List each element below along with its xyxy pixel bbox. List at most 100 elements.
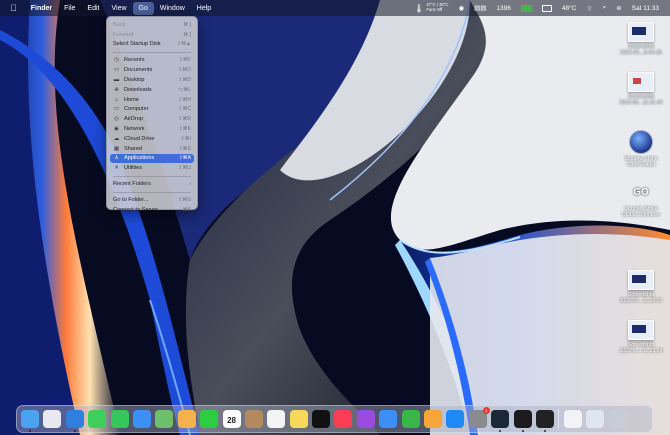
dock-reminders-icon[interactable] <box>267 410 286 428</box>
dock-launchpad-icon[interactable] <box>43 410 62 428</box>
fan-control-status[interactable]: 🌡 47°C | 48°C Fans Off <box>409 0 453 16</box>
menu-item-shortcut: ⌥⌘L <box>177 86 191 93</box>
desktop-icon-sublabel: Global Offensive <box>621 212 661 218</box>
clock[interactable]: Sat 11:33 <box>627 0 664 16</box>
dock-system-preferences-icon[interactable]: 1 <box>468 407 490 428</box>
go-menu-item-desktop[interactable]: ▬ Desktop ⇧⌘D <box>110 75 194 85</box>
dock-finder-icon[interactable] <box>21 410 39 432</box>
control-center-icon[interactable]: ⊜ <box>611 0 626 16</box>
running-indicator <box>543 430 546 432</box>
shared-icon: ▦ <box>113 145 120 152</box>
desktop-icon-sublabel: 2022-05...11.31.40 <box>619 100 663 106</box>
go-menu-item-home[interactable]: ⌂ Home ⇧⌘H <box>110 95 194 105</box>
menu-item-label: Connect to Server... <box>113 207 163 213</box>
app-icon: GO <box>633 187 649 198</box>
desktop-icon-shadow-of-the-tomb-raider[interactable]: Shadow of the Tomb Raider <box>611 130 670 168</box>
network-icon: ◉ <box>114 126 119 133</box>
desktop-icon-sublabel: 2022-05...11.32.51 <box>619 298 663 304</box>
dock-mail-icon[interactable] <box>132 410 151 428</box>
dock-pages-icon[interactable] <box>424 410 443 428</box>
dock-document-icon[interactable] <box>563 410 582 428</box>
menu-go[interactable]: Go <box>132 1 154 15</box>
menu-item-shortcut: ⇧⌘U <box>178 165 191 172</box>
menu-window[interactable]: Window <box>154 0 191 16</box>
go-menu-item-applications[interactable]: ⅄ Applications ⇧⌘A <box>110 153 194 164</box>
go-menu-item-airdrop[interactable]: ◎ AirDrop ⇧⌘R <box>110 114 194 124</box>
go-menu-item-downloads[interactable]: ⊕ Downloads ⌥⌘L <box>110 85 194 95</box>
desktop-wallpaper <box>0 0 670 435</box>
dock-notes-icon[interactable] <box>289 410 308 428</box>
eye-icon[interactable]: ◉ <box>453 0 469 16</box>
home-icon: ⌂ <box>114 96 119 103</box>
go-menu-item-utilities[interactable]: ✕ Utilities ⇧⌘U <box>110 163 194 173</box>
display-icon[interactable] <box>537 0 557 16</box>
counter-readout[interactable]: 1396 <box>491 0 515 16</box>
go-menu-item-computer[interactable]: ▭ Computer ⇧⌘C <box>110 105 194 115</box>
notification-badge: 1 <box>482 407 490 414</box>
go-menu-item-recents[interactable]: ◷ Recents ⇧⌘F <box>110 56 194 66</box>
desktop-icon-sublabel: 2022-0...t 11.33.14 <box>619 348 663 354</box>
go-menu-item-select-startup-disk[interactable]: Select Startup Disk ⇧⌘▲ <box>110 40 194 50</box>
menu-view[interactable]: View <box>105 0 132 16</box>
wallpaper-art <box>0 0 670 435</box>
dock-numbers-icon[interactable] <box>401 410 420 428</box>
menu-item-shortcut: ⌘K <box>182 207 191 213</box>
desktop-icon-screenshot-file-3[interactable]: Screenshot 2022-05...11.32.51 <box>611 270 670 304</box>
dock-maps-icon[interactable] <box>155 410 174 428</box>
desktop-icon-screenshot-file-2[interactable]: Screenshot 2022-05...11.31.40 <box>611 72 670 106</box>
desktop-icon-screenshot-file-4[interactable]: Screenshot 2022-0...t 11.33.14 <box>611 320 670 354</box>
go-menu-item-connect-to-server[interactable]: Connect to Server... ⌘K <box>110 205 194 215</box>
dock-terminal-icon[interactable] <box>513 410 532 432</box>
screenshot-thumbnail-icon <box>628 72 654 92</box>
keyboard-status-icon[interactable]: ▤▤ <box>469 0 491 16</box>
screenshot-thumbnail-icon <box>628 320 654 340</box>
dock-messages-icon[interactable] <box>88 410 107 428</box>
app-icon <box>629 130 653 154</box>
document-icon: ▭ <box>113 67 120 74</box>
dock-music-icon[interactable] <box>334 410 353 428</box>
dock-keynote-icon[interactable] <box>379 410 398 428</box>
go-menu-item-forward: Forward ⌘ ] <box>110 30 194 40</box>
go-menu-item-shared[interactable]: ▦ Shared ⇧⌘S <box>110 144 194 154</box>
cpu-temperature[interactable]: 48°C <box>557 0 582 16</box>
menu-item-label: Utilities <box>124 165 143 172</box>
running-indicator <box>521 430 524 432</box>
dock-contacts-icon[interactable] <box>244 410 263 428</box>
wifi-icon[interactable]: ⌔ <box>581 0 597 16</box>
dock-apple-tv-icon[interactable] <box>312 410 331 428</box>
go-menu-item-go-to-folder[interactable]: Go to Folder... ⇧⌘G <box>110 195 194 205</box>
dock-steam-icon[interactable] <box>491 410 510 432</box>
go-menu-item-icloud-drive[interactable]: ☁ iCloud Drive ⇧⌘I <box>110 134 194 144</box>
menu-file[interactable]: File <box>58 0 81 16</box>
dock-preview-icon[interactable] <box>586 410 605 428</box>
go-menu-item-documents[interactable]: ▭ Documents ⇧⌘O <box>110 65 194 75</box>
clock-icon: ◷ <box>114 57 119 64</box>
menu-finder[interactable]: Finder <box>25 0 58 16</box>
applications-icon: ⅄ <box>114 155 119 162</box>
dock-podcasts-icon[interactable] <box>356 410 375 428</box>
dock-divider <box>558 409 560 429</box>
apple-menu-icon[interactable]:  <box>6 0 25 16</box>
menu-separator <box>113 191 191 193</box>
dock-safari-icon[interactable] <box>65 410 84 432</box>
screenshot-thumbnail-icon <box>628 22 654 42</box>
desktop-icon-screenshot-file-1[interactable]: Screenshot 2022-05...A-04-35 <box>611 22 670 56</box>
go-menu-item-recent-folders[interactable]: Recent Folders › <box>110 179 194 189</box>
dock-app-store-icon[interactable] <box>446 410 465 428</box>
menu-item-shortcut: ⇧⌘S <box>178 145 191 152</box>
menu-help[interactable]: Help <box>191 0 217 16</box>
dock-facetime-icon[interactable] <box>110 410 129 428</box>
menu-edit[interactable]: Edit <box>81 0 105 16</box>
dock-trash-icon[interactable] <box>608 410 627 428</box>
menu-item-label: Go to Folder... <box>113 197 149 204</box>
battery-icon[interactable] <box>516 0 537 16</box>
dock-photos-icon[interactable] <box>177 410 196 428</box>
dock-game-app-icon[interactable] <box>535 410 554 432</box>
dock-calendar-icon[interactable]: 28 <box>222 410 241 428</box>
menu-separator <box>113 51 191 53</box>
spotlight-search-icon[interactable]: ⌕ <box>598 0 612 16</box>
menu-item-shortcut: ⇧⌘I <box>180 135 191 142</box>
dock-facetime-video-icon[interactable] <box>200 410 219 428</box>
go-menu-item-network[interactable]: ◉ Network ⇧⌘K <box>110 124 194 134</box>
desktop-icon-counter-strike[interactable]: GO Counter-Strike Global Offensive <box>611 182 670 219</box>
